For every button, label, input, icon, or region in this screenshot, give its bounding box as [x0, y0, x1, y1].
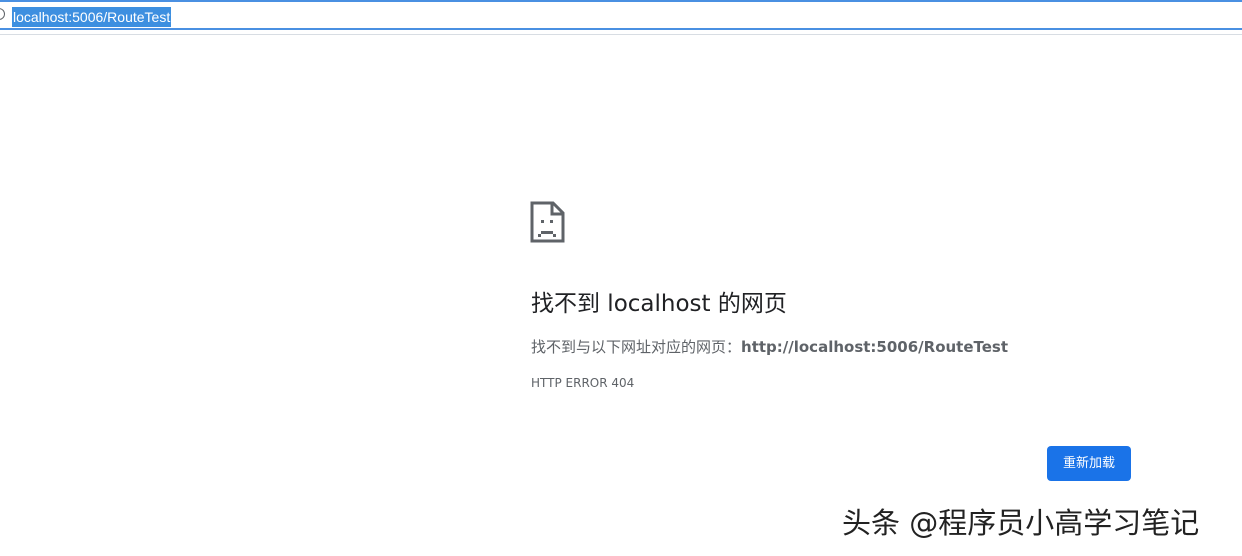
- sad-page-icon: [530, 201, 565, 243]
- error-description-prefix: 找不到与以下网址对应的网页：: [531, 338, 742, 356]
- watermark: 头条 @程序员小高学习笔记: [842, 506, 1200, 540]
- error-description-url: http://localhost:5006/RouteTest: [741, 338, 1009, 356]
- info-circle-icon[interactable]: [0, 8, 5, 20]
- error-description: 找不到与以下网址对应的网页：http://localhost:5006/Rout…: [531, 337, 1008, 357]
- browser-viewport: localhost:5006/RouteTest 找不到 localhost 的…: [0, 0, 1242, 556]
- error-title: 找不到 localhost 的网页: [531, 291, 787, 317]
- toolbar-divider: [0, 34, 1242, 35]
- address-bar[interactable]: localhost:5006/RouteTest: [0, 0, 1242, 30]
- reload-button[interactable]: 重新加载: [1047, 446, 1131, 481]
- error-code: HTTP ERROR 404: [531, 376, 635, 390]
- url-text[interactable]: localhost:5006/RouteTest: [12, 7, 172, 27]
